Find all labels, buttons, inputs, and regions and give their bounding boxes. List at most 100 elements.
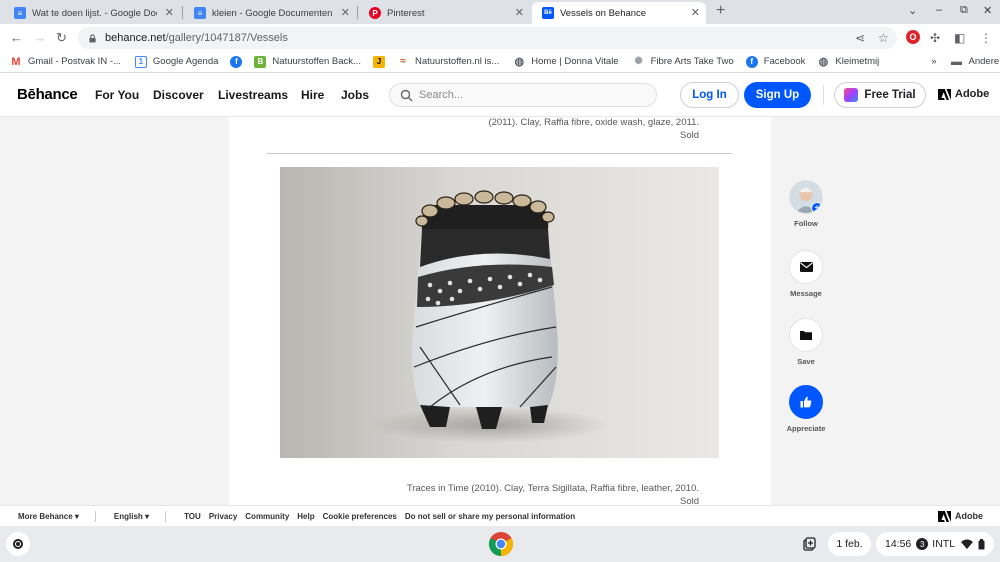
tab-search-chevron-icon[interactable]: ⌄ [908,4,917,17]
battery-icon [978,538,985,549]
bookmark-facebook[interactable]: f Facebook [745,55,805,68]
message-action[interactable]: Message [785,250,827,298]
bookmark-star-icon[interactable]: ☆ [878,31,889,45]
footer-divider [94,510,96,522]
footer-link-do-not-sell[interactable]: Do not sell or share my personal informa… [405,512,575,521]
follow-action[interactable]: + Follow [785,180,827,228]
lock-icon [89,33,96,43]
bookmark-donna-vitale[interactable]: ◍ Home | Donna Vitale [513,56,618,68]
nav-jobs[interactable]: Jobs [341,88,369,102]
appreciate-action[interactable]: Appreciate [785,385,827,433]
forward-arrow-icon[interactable]: → [33,30,46,45]
date-tray[interactable]: 1 feb. [828,532,871,556]
section-divider [267,153,732,154]
login-button[interactable]: Log In [680,82,739,108]
search-input[interactable]: Search... [389,83,657,107]
project-content: (2011). Clay, Raffia fibre, oxide wash, … [229,117,771,505]
folder-icon[interactable] [789,318,823,352]
bookmark-gmail[interactable]: M Gmail - Postvak IN -... [10,56,121,68]
more-menu-icon[interactable]: ⋮ [980,31,992,45]
share-icon[interactable]: ⋖ [855,31,865,45]
bookmarks-overflow-chevron-icon[interactable]: » [931,56,936,67]
close-tab-icon[interactable]: ✕ [515,6,524,19]
notification-count-badge: 3 [916,538,929,550]
j-icon: J [372,55,385,68]
footer-link-help[interactable]: Help [297,512,314,521]
reload-icon[interactable]: ↻ [56,30,67,46]
footer-adobe-link[interactable]: Adobe [938,510,983,522]
close-tab-icon[interactable]: ✕ [691,6,700,19]
behance-icon: Bē [542,7,554,19]
footer-link-privacy[interactable]: Privacy [209,512,237,521]
avatar[interactable]: + [789,180,823,214]
signup-button[interactable]: Sign Up [744,82,811,108]
bookmark-j[interactable]: J [372,55,391,68]
footer-link-tou[interactable]: TOU [184,512,201,521]
bookmark-google-agenda[interactable]: 1 Google Agenda [134,55,218,68]
nav-livestreams[interactable]: Livestreams [218,88,288,102]
bookmark-facebook-icon-only[interactable]: f [230,55,248,68]
more-behance-dropdown[interactable]: More Behance ▾ [18,512,79,521]
close-tab-icon[interactable]: ✕ [165,6,174,19]
vessel-image [370,190,610,443]
tab-vessels-on-behance[interactable]: Bē Vessels on Behance ✕ [532,2,706,24]
behance-logo[interactable]: Bēhance [17,86,78,103]
behance-footer: More Behance ▾ English ▾ TOU Privacy Com… [0,505,1000,526]
google-docs-icon: ≡ [194,7,206,19]
caption-bottom: Traces in Time (2010). Clay, Terra Sigil… [406,483,699,505]
tab-divider [357,6,358,19]
close-window-icon[interactable]: ✕ [983,4,992,17]
folder-icon: ▬ [951,55,963,68]
bookmark-natuurstoffen-back[interactable]: B Natuurstoffen Back... [254,55,361,68]
nav-for-you[interactable]: For You [95,88,139,102]
b-icon: B [254,55,267,68]
free-trial-button[interactable]: Free Trial [834,82,926,108]
nav-discover[interactable]: Discover [153,88,204,102]
thumbs-up-icon[interactable] [789,385,823,419]
calendar-icon: 1 [134,55,147,68]
input-method-label: INTL [932,538,956,550]
os-shelf: 1 feb. 14:56 3 INTL [0,526,1000,562]
minimize-icon[interactable]: – [936,4,942,16]
creative-cloud-icon [844,88,859,102]
opera-extension-icon[interactable]: O [906,30,920,44]
footer-link-community[interactable]: Community [245,512,289,521]
behance-header: Bēhance For You Discover Livestreams Hir… [0,73,1000,117]
search-icon [400,89,413,101]
envelope-icon[interactable] [789,250,823,284]
save-action[interactable]: Save [785,318,827,366]
footer-link-cookie-preferences[interactable]: Cookie preferences [323,512,397,521]
tab-pinterest[interactable]: P Pinterest ✕ [359,2,530,24]
address-bar[interactable]: behance.net/gallery/1047187/Vessels [78,27,897,49]
bookmark-fibre-arts[interactable]: ✺ Fibre Arts Take Two [633,56,733,68]
nav-hire[interactable]: Hire [301,88,324,102]
restore-icon[interactable]: ⧉ [960,4,968,17]
new-tab-plus-icon[interactable]: + [716,2,725,20]
status-tray[interactable]: 14:56 3 INTL [876,532,994,556]
extensions-puzzle-icon[interactable]: ✣ [930,31,940,45]
natuurstoffen-icon: ≈ [400,56,406,67]
launcher-button[interactable] [6,532,30,556]
globe-icon: ◍ [818,56,829,68]
side-panel-icon[interactable]: ◧ [954,31,965,45]
language-dropdown[interactable]: English ▾ [114,512,149,521]
bookmark-kleimetmij[interactable]: ◍ Kleimetmij [817,56,880,68]
bookmarks-bar: M Gmail - Postvak IN -... 1 Google Agenda … [0,51,1000,73]
adobe-link[interactable]: Adobe [938,88,989,100]
tab-wat-te-doen[interactable]: ≡ Wat te doen lijst. - Google Docum ✕ [4,2,180,24]
footer-divider [165,510,167,522]
close-tab-icon[interactable]: ✕ [341,6,350,19]
other-bookmarks-folder[interactable]: ▬Andere bookmarks [951,56,1000,68]
adobe-logo-icon [938,510,951,522]
back-arrow-icon[interactable]: ← [10,30,23,45]
chrome-app-icon[interactable] [488,531,514,557]
clock-time: 14:56 [885,538,912,550]
launcher-icon [13,539,23,549]
follow-plus-icon: + [811,202,822,213]
facebook-icon: f [230,55,243,68]
clipboard-tray-icon[interactable] [797,532,821,556]
bookmark-natuurstoffen-nl[interactable]: ≈ Natuurstoffen.nl is... [397,56,499,68]
tab-kleien[interactable]: ≡ kleien - Google Documenten ✕ [184,2,356,24]
vessel-photo[interactable] [280,167,719,458]
globe-icon: ◍ [514,56,525,68]
